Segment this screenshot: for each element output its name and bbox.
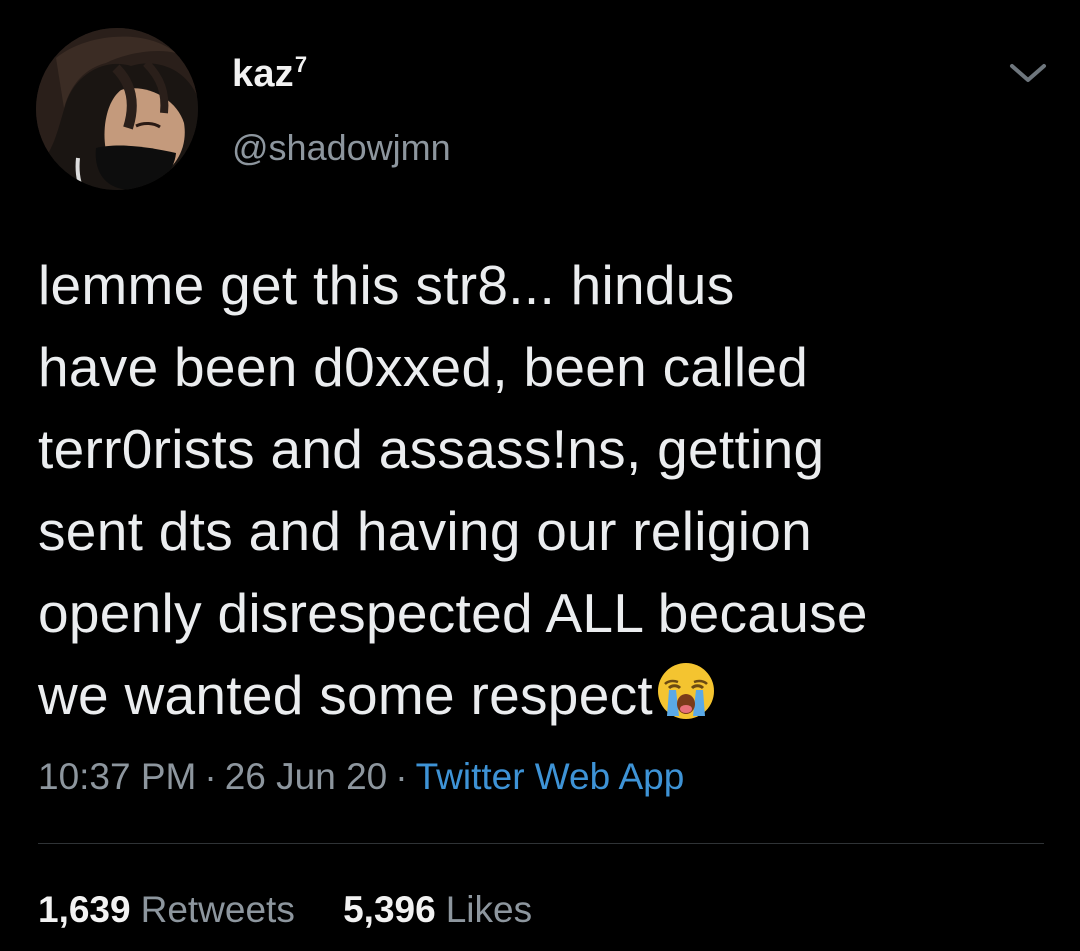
tweet-source-link[interactable]: Twitter Web App xyxy=(416,756,685,797)
meta-separator: · xyxy=(204,756,217,797)
tweet-text-line: we wanted some respect xyxy=(38,664,653,726)
tweet-stats: 1,639 Retweets 5,396 Likes xyxy=(38,889,570,931)
chevron-down-icon xyxy=(1010,64,1046,82)
tweet-date[interactable]: 26 Jun 20 xyxy=(225,756,388,797)
tweet-text-last-line: we wanted some respect xyxy=(38,654,1048,736)
tweet-text-line: have been d0xxed, been called xyxy=(38,336,809,398)
retweets-count: 1,639 xyxy=(38,889,131,930)
retweets-label: Retweets xyxy=(140,889,295,930)
tweet-card: kaz7 @shadowjmn lemme get this str8... h… xyxy=(0,0,1080,951)
divider xyxy=(38,843,1044,844)
avatar[interactable] xyxy=(36,28,198,190)
likes-count: 5,396 xyxy=(343,889,436,930)
tweet-meta: 10:37 PM · 26 Jun 20 · Twitter Web App xyxy=(38,756,684,798)
display-name-suffix: 7 xyxy=(294,52,308,77)
tweet-text-line: lemme get this str8... hindus xyxy=(38,254,735,316)
tweet-time[interactable]: 10:37 PM xyxy=(38,756,196,797)
tweet-text-line: openly disrespected ALL because xyxy=(38,582,868,644)
author-display-name[interactable]: kaz7 xyxy=(232,52,307,96)
likes-stat[interactable]: 5,396 Likes xyxy=(343,889,532,931)
author-handle[interactable]: @shadowjmn xyxy=(232,127,451,169)
tweet-text: lemme get this str8... hindus have been … xyxy=(38,244,1048,736)
tweet-text-line: terr0rists and assass!ns, getting xyxy=(38,418,825,480)
likes-label: Likes xyxy=(445,889,533,930)
retweets-stat[interactable]: 1,639 Retweets xyxy=(38,889,295,931)
display-name-text: kaz xyxy=(232,53,294,95)
tweet-menu-button[interactable] xyxy=(1006,58,1050,88)
tweet-text-line: sent dts and having our religion xyxy=(38,500,812,562)
loudly-crying-face-icon xyxy=(655,660,717,722)
meta-separator: · xyxy=(395,756,408,797)
avatar-image xyxy=(36,28,198,190)
